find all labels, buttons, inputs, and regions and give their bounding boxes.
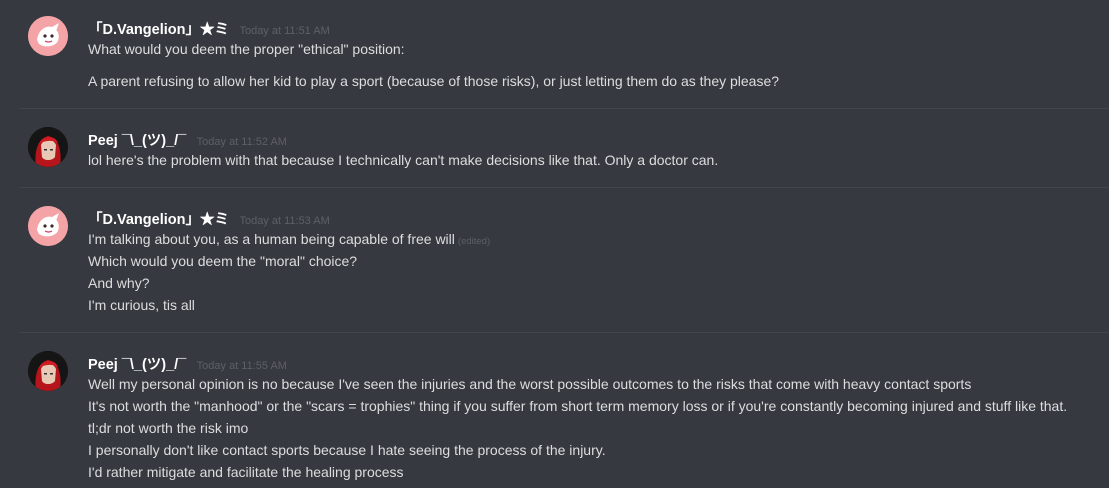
message-divider [20, 332, 1109, 333]
message-text: tl;dr not worth the risk imo [88, 420, 249, 436]
message-divider [20, 187, 1109, 188]
message-header: Peej ¯\_(ツ)_/¯ Today at 11:55 AM [88, 353, 287, 373]
message-text: I'm curious, tis all [88, 297, 195, 313]
timestamp: Today at 11:53 AM [239, 215, 330, 227]
author-name[interactable]: Peej ¯\_(ツ)_/¯ [88, 357, 186, 373]
avatar[interactable] [28, 16, 68, 56]
message-text: I'm talking about you, as a human being … [88, 230, 490, 251]
edited-label: (edited) [457, 236, 491, 247]
author-name[interactable]: 「D.Vangelion」★ミ [88, 212, 229, 228]
message-text: A parent refusing to allow her kid to pl… [88, 73, 780, 89]
message-text: Well my personal opinion is no because I… [88, 376, 972, 392]
message-text: lol here's the problem with that because… [88, 152, 719, 168]
message-header: Peej ¯\_(ツ)_/¯ Today at 11:52 AM [88, 129, 287, 149]
message-text: What would you deem the proper "ethical"… [88, 41, 405, 57]
message-text: It's not worth the "manhood" or the "sca… [88, 398, 1068, 414]
red-hair-portrait-avatar-icon [28, 127, 68, 167]
red-hair-portrait-avatar-icon [28, 351, 68, 391]
avatar[interactable] [28, 206, 68, 246]
message-divider [20, 108, 1109, 109]
message-header: 「D.Vangelion」★ミ Today at 11:51 AM [88, 18, 330, 38]
message-header: 「D.Vangelion」★ミ Today at 11:53 AM [88, 208, 330, 228]
timestamp: Today at 11:55 AM [196, 360, 287, 372]
avatar[interactable] [28, 127, 68, 167]
message-text: And why? [88, 275, 150, 291]
timestamp: Today at 11:51 AM [239, 25, 330, 37]
message-text: I personally don't like contact sports b… [88, 442, 606, 458]
pink-cartoon-avatar-icon [28, 16, 68, 56]
message-text: Which would you deem the "moral" choice? [88, 253, 358, 269]
author-name[interactable]: 「D.Vangelion」★ミ [88, 22, 229, 38]
message-group: 「D.Vangelion」★ミ Today at 11:51 AM What w… [0, 0, 1109, 108]
message-text: I'd rather mitigate and facilitate the h… [88, 464, 404, 480]
message-text-content: I'm talking about you, as a human being … [88, 231, 455, 247]
avatar[interactable] [28, 351, 68, 391]
pink-cartoon-avatar-icon [28, 206, 68, 246]
author-name[interactable]: Peej ¯\_(ツ)_/¯ [88, 133, 186, 149]
timestamp: Today at 11:52 AM [196, 136, 287, 148]
